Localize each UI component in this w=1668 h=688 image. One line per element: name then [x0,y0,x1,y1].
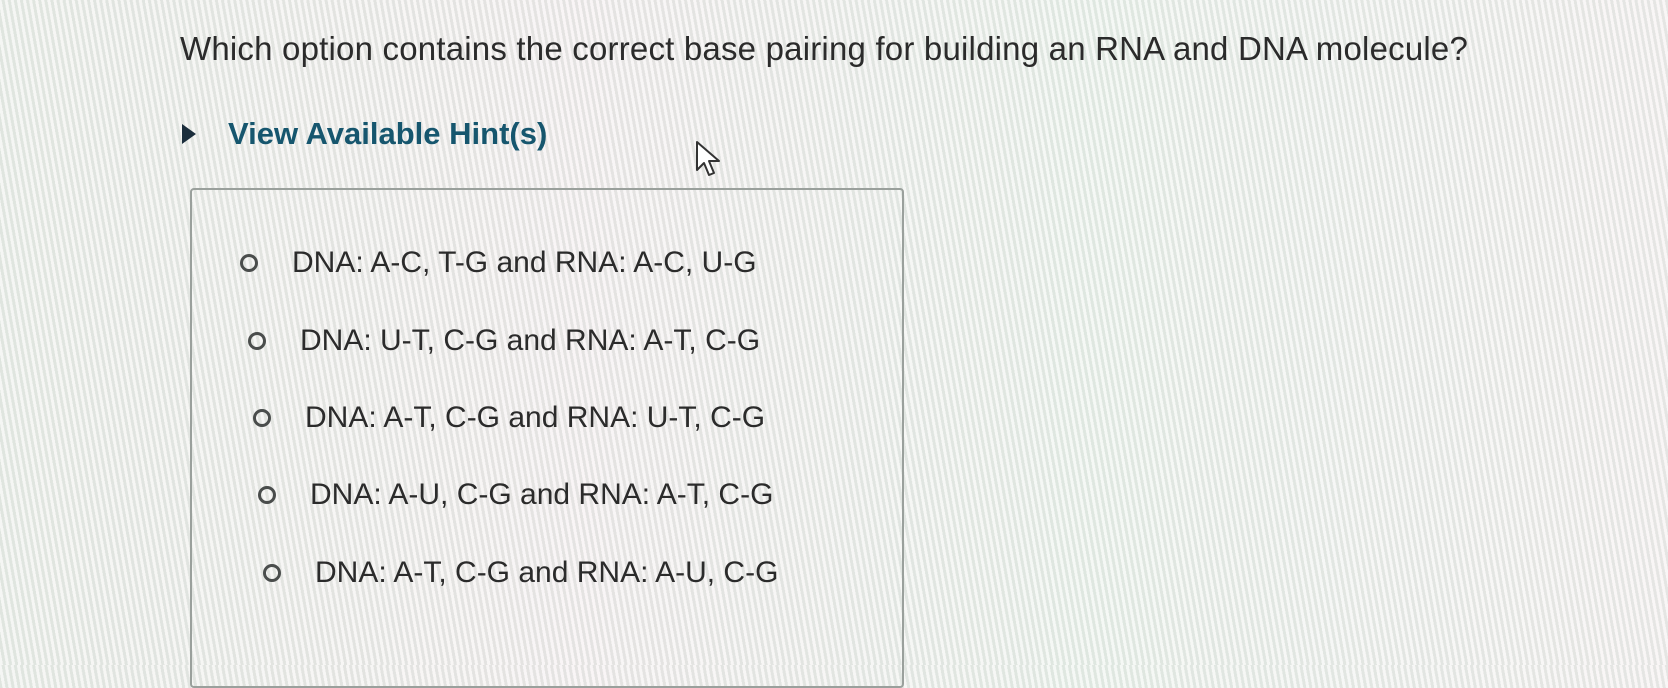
radio-button-icon[interactable] [253,409,271,427]
answer-option-label: DNA: A-C, T-G and RNA: A-C, U-G [292,246,757,279]
answer-option-1[interactable]: DNA: A-C, T-G and RNA: A-C, U-G [240,246,757,280]
radio-button-icon[interactable] [263,564,281,582]
answer-option-5[interactable]: DNA: A-T, C-G and RNA: A-U, C-G [263,556,778,590]
answer-option-label: DNA: A-T, C-G and RNA: U-T, C-G [305,401,766,434]
view-hints-label: View Available Hint(s) [228,116,548,151]
answer-option-2[interactable]: DNA: U-T, C-G and RNA: A-T, C-G [248,324,760,358]
answer-option-label: DNA: A-U, C-G and RNA: A-T, C-G [310,478,774,511]
answer-option-3[interactable]: DNA: A-T, C-G and RNA: U-T, C-G [253,401,765,435]
radio-button-icon[interactable] [240,254,258,272]
question-text: Which option contains the correct base p… [180,30,1469,67]
radio-button-icon[interactable] [258,486,276,504]
caret-right-icon [182,124,196,144]
answer-option-label: DNA: U-T, C-G and RNA: A-T, C-G [300,324,761,357]
mouse-pointer-icon [696,141,720,176]
answer-option-4[interactable]: DNA: A-U, C-G and RNA: A-T, C-G [258,478,773,512]
radio-button-icon[interactable] [248,332,266,350]
view-hints-toggle[interactable]: View Available Hint(s) [182,116,547,152]
answer-option-label: DNA: A-T, C-G and RNA: A-U, C-G [315,556,779,589]
